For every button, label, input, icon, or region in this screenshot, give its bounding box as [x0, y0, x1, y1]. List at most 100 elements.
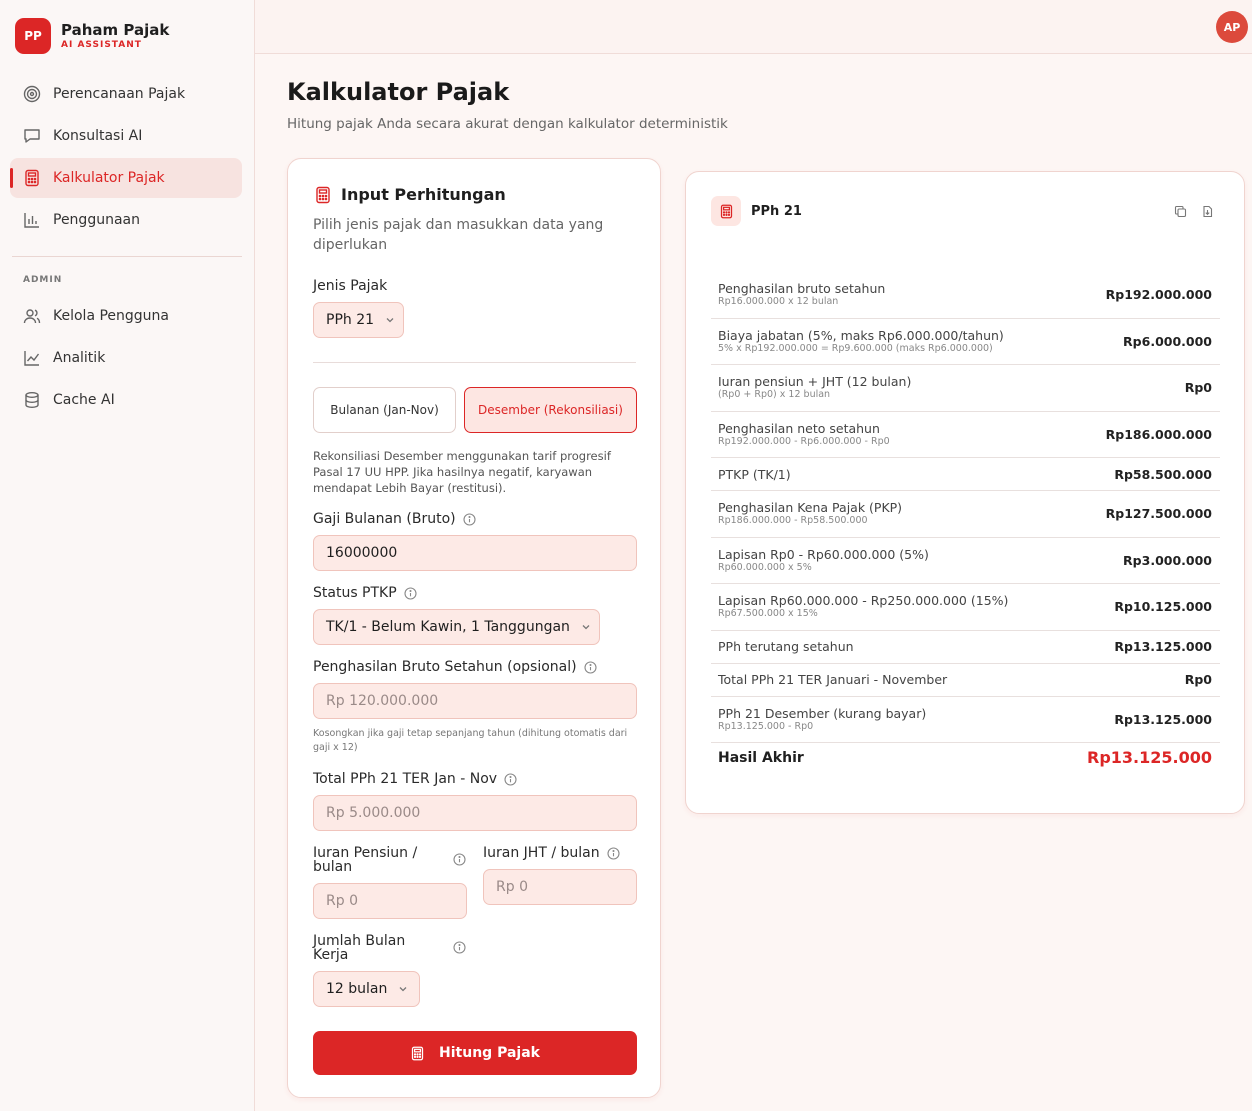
result-row-label: Iuran pensiun + JHT (12 bulan)	[718, 374, 912, 390]
divider	[313, 362, 636, 363]
result-rows: Penghasilan bruto setahun Rp16.000.000 x …	[711, 272, 1220, 743]
sidebar-item-label: Penggunaan	[53, 212, 140, 228]
result-row-label: Penghasilan bruto setahun	[718, 281, 886, 297]
result-row-text: Penghasilan Kena Pajak (PKP) Rp186.000.00…	[718, 500, 902, 527]
mode-december-button[interactable]: Desember (Rekonsiliasi)	[464, 387, 637, 433]
database-icon	[23, 391, 41, 409]
brand[interactable]: PP Paham Pajak AI ASSISTANT	[15, 18, 169, 54]
ptkp-label-text: Status PTKP	[313, 585, 397, 601]
result-row: Penghasilan bruto setahun Rp16.000.000 x …	[711, 272, 1220, 319]
result-row-label: Total PPh 21 TER Januari - November	[718, 672, 948, 687]
avatar[interactable]: AP	[1216, 11, 1248, 43]
work-months-label-text: Jumlah Bulan Kerja	[313, 933, 406, 963]
result-row: PPh terutang setahun Rp13.125.000	[711, 631, 1220, 664]
sidebar-item-analitik[interactable]: Analitik	[10, 338, 242, 378]
result-row-label: Penghasilan Kena Pajak (PKP)	[718, 500, 903, 516]
sidebar-item-kalkulator-pajak[interactable]: Kalkulator Pajak	[10, 158, 242, 198]
chevron-down-icon	[580, 621, 592, 633]
tax-type-select[interactable]: PPh 21	[313, 302, 404, 338]
topbar: AP	[255, 0, 1252, 54]
result-row-formula: Rp67.500.000 x 15%	[718, 608, 818, 620]
result-row: Lapisan Rp60.000.000 - Rp250.000.000 (15…	[711, 584, 1220, 631]
target-icon	[23, 85, 41, 103]
work-months-value: 12 bulan	[326, 981, 388, 997]
gross-income-hint: Kosongkan jika gaji tetap sepanjang tahu…	[313, 728, 628, 753]
calculator-icon	[410, 1046, 425, 1061]
result-row: Biaya jabatan (5%, maks Rp6.000.000/tahu…	[711, 319, 1220, 365]
work-months-select[interactable]: 12 bulan	[313, 971, 420, 1007]
info-icon[interactable]	[504, 772, 517, 786]
final-result: Hasil Akhir Rp13.125.000	[711, 748, 1220, 767]
input-card-title: Input Perhitungan	[341, 185, 506, 204]
result-row-formula: Rp13.125.000 - Rp0	[718, 720, 814, 732]
result-row-text: Iuran pensiun + JHT (12 bulan) (Rp0 + Rp0…	[718, 374, 911, 401]
result-row-value: Rp127.500.000	[1105, 506, 1212, 522]
result-row-label: Penghasilan neto setahun	[718, 420, 880, 436]
result-row-text: Lapisan Rp0 - Rp60.000.000 (5%) Rp60.000.…	[718, 547, 929, 574]
sidebar-item-perencanaan-pajak[interactable]: Perencanaan Pajak	[10, 74, 242, 114]
gross-income-input[interactable]	[313, 683, 637, 719]
sidebar-item-label: Cache AI	[53, 392, 115, 408]
sidebar: PP Paham Pajak AI ASSISTANT Perencanaan …	[0, 0, 255, 1111]
brand-logo: PP	[15, 18, 51, 54]
result-row-text: PPh terutang setahun	[718, 639, 854, 654]
info-icon[interactable]	[453, 853, 466, 866]
pension-input[interactable]	[313, 883, 467, 919]
sidebar-item-penggunaan[interactable]: Penggunaan	[10, 200, 242, 240]
result-row-value: Rp13.125.000	[1114, 711, 1212, 727]
ptkp-label: Status PTKP	[313, 585, 417, 601]
result-row: PTKP (TK/1) Rp58.500.000	[711, 458, 1220, 491]
download-icon[interactable]	[1201, 205, 1214, 218]
tax-type-label: Jenis Pajak	[313, 278, 387, 294]
sidebar-item-cache-ai[interactable]: Cache AI	[10, 380, 242, 420]
sidebar-divider	[12, 256, 242, 257]
ter-total-label: Total PPh 21 TER Jan - Nov	[313, 771, 517, 787]
salary-label-text: Gaji Bulanan (Bruto)	[313, 511, 456, 527]
info-icon[interactable]	[453, 941, 466, 954]
calculate-button-label: Hitung Pajak	[439, 1045, 540, 1061]
page-title: Kalkulator Pajak	[287, 78, 510, 106]
result-card: PPh 21 Penghasilan bruto setahun Rp16.000…	[685, 171, 1245, 814]
sidebar-item-konsultasi-ai[interactable]: Konsultasi AI	[10, 116, 242, 156]
info-icon[interactable]	[404, 586, 417, 600]
salary-input[interactable]	[313, 535, 637, 571]
users-icon	[23, 307, 41, 325]
brand-subtitle: AI ASSISTANT	[61, 39, 142, 50]
mode-monthly-button[interactable]: Bulanan (Jan-Nov)	[313, 387, 456, 433]
info-icon[interactable]	[584, 660, 597, 674]
sidebar-item-label: Perencanaan Pajak	[53, 86, 186, 102]
result-row-label: Lapisan Rp0 - Rp60.000.000 (5%)	[718, 546, 929, 562]
result-row-value: Rp192.000.000	[1105, 287, 1212, 303]
pension-label-text: Iuran Pensiun / bulan	[313, 845, 418, 875]
chevron-down-icon	[397, 983, 409, 995]
final-result-value: Rp13.125.000	[1087, 748, 1212, 767]
ptkp-select[interactable]: TK/1 - Belum Kawin, 1 Tanggungan	[313, 609, 600, 645]
result-row-value: Rp0	[1184, 672, 1212, 687]
ptkp-value: TK/1 - Belum Kawin, 1 Tanggungan	[326, 619, 570, 635]
calculate-button[interactable]: Hitung Pajak	[313, 1031, 637, 1075]
result-row-value: Rp13.125.000	[1114, 639, 1212, 654]
result-row-formula: Rp186.000.000 - Rp58.500.000	[718, 515, 868, 527]
info-icon[interactable]	[463, 512, 476, 526]
result-row-text: Total PPh 21 TER Januari - November	[718, 672, 947, 687]
sidebar-item-label: Kelola Pengguna	[53, 308, 169, 324]
copy-icon[interactable]	[1174, 205, 1187, 218]
result-row-value: Rp10.125.000	[1114, 599, 1212, 615]
jht-input[interactable]	[483, 869, 637, 905]
result-row-formula: (Rp0 + Rp0) x 12 bulan	[718, 389, 831, 401]
result-title: PPh 21	[751, 203, 802, 219]
result-row-value: Rp58.500.000	[1114, 466, 1212, 482]
info-icon[interactable]	[607, 846, 620, 860]
gross-income-label-text: Penghasilan Bruto Setahun (opsional)	[313, 659, 577, 675]
sidebar-item-label: Konsultasi AI	[53, 128, 143, 144]
result-row-formula: Rp60.000.000 x 5%	[718, 561, 812, 573]
sidebar-item-kelola-pengguna[interactable]: Kelola Pengguna	[10, 296, 242, 336]
result-row-label: Biaya jabatan (5%, maks Rp6.000.000/tahu…	[718, 327, 1004, 343]
result-row-formula: Rp192.000.000 - Rp6.000.000 - Rp0	[718, 435, 890, 447]
result-row-text: PPh 21 Desember (kurang bayar) Rp13.125.0…	[718, 706, 926, 733]
line-chart-icon	[23, 349, 41, 367]
ter-total-input[interactable]	[313, 795, 637, 831]
jht-label: Iuran JHT / bulan	[483, 845, 620, 861]
calculator-icon	[711, 196, 741, 226]
result-row-formula: Rp16.000.000 x 12 bulan	[718, 296, 839, 308]
